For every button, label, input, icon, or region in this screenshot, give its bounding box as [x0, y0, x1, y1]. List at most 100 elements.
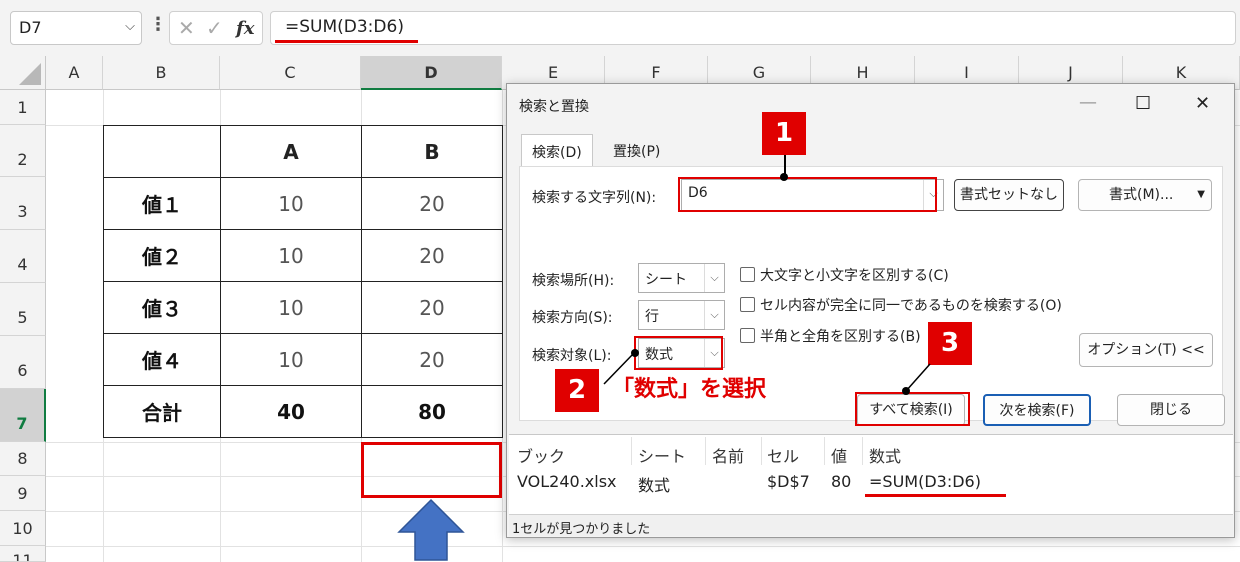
select-all-corner[interactable]: [0, 56, 46, 90]
status-bar: 1セルが見つかりました: [509, 514, 1233, 537]
caret-down-icon[interactable]: ▼: [1197, 180, 1205, 210]
results-header-value[interactable]: 値: [831, 443, 847, 467]
close-button[interactable]: 閉じる: [1117, 394, 1225, 426]
more-vertical-icon[interactable]: ⋮: [149, 14, 167, 35]
total-value-cell-selected[interactable]: 80: [361, 385, 503, 438]
row-header-10[interactable]: 10: [0, 511, 46, 546]
match-entire-cell-checkbox[interactable]: セル内容が完全に同一であるものを検索する(O): [740, 295, 1062, 315]
name-box-value: D7: [19, 18, 42, 37]
row-header-4[interactable]: 4: [0, 230, 46, 283]
cancel-icon[interactable]: ✕: [178, 16, 195, 40]
minimize-icon: —: [1079, 92, 1097, 113]
match-byte-label: 半角と全角を区別する(B): [760, 329, 921, 345]
chevron-down-icon[interactable]: ⌵: [704, 264, 724, 292]
header-separator: [824, 437, 825, 465]
search-direction-label: 検索方向(S):: [532, 310, 613, 326]
column-header-b[interactable]: B: [103, 56, 220, 90]
value-cell[interactable]: 20: [361, 177, 503, 230]
checkbox-box[interactable]: [740, 328, 755, 343]
callout-dot: [780, 173, 788, 181]
value-cell[interactable]: 10: [220, 229, 362, 282]
value-cell[interactable]: 20: [361, 333, 503, 386]
options-button[interactable]: オプション(T) <<: [1079, 333, 1213, 367]
header-separator: [631, 437, 632, 465]
column-header-a[interactable]: A: [46, 56, 103, 90]
row-header-2[interactable]: 2: [0, 125, 46, 177]
search-direction-select[interactable]: 行 ⌵: [638, 300, 725, 330]
result-value[interactable]: 80: [831, 472, 851, 491]
row-header-7[interactable]: 7: [0, 389, 46, 442]
maximize-icon[interactable]: ☐: [1135, 93, 1151, 114]
results-header-sheet[interactable]: シート: [638, 443, 686, 467]
callout-dot: [902, 387, 910, 395]
match-entire-cell-label: セル内容が完全に同一であるものを検索する(O): [760, 298, 1062, 314]
column-header-c[interactable]: C: [220, 56, 361, 90]
format-button-label: 書式(M)...: [1109, 187, 1174, 203]
value-cell[interactable]: 10: [220, 281, 362, 334]
total-value-cell[interactable]: 40: [220, 385, 362, 438]
grid-line: [46, 546, 1240, 547]
result-formula[interactable]: =SUM(D3:D6): [869, 472, 981, 491]
data-table: A B 値１ 10 20 値２ 10 20 値３ 10 20 値４ 10 20 …: [103, 125, 503, 438]
header-separator: [862, 437, 863, 465]
checkbox-box[interactable]: [740, 297, 755, 312]
confirm-icon[interactable]: ✓: [206, 16, 223, 40]
results-header-book[interactable]: ブック: [517, 443, 565, 467]
result-formula-underline: [865, 494, 1006, 497]
no-format-button[interactable]: 書式セットなし: [954, 179, 1064, 211]
format-button[interactable]: 書式(M)... ▼: [1078, 179, 1212, 211]
header-cell-b[interactable]: B: [361, 125, 503, 178]
step-3-badge: 3: [928, 322, 972, 365]
close-icon[interactable]: ✕: [1195, 93, 1210, 114]
within-label: 検索場所(H):: [532, 273, 615, 289]
within-select[interactable]: シート ⌵: [638, 263, 725, 293]
formula-text: =SUM(D3:D6): [285, 17, 404, 37]
chevron-down-icon[interactable]: ⌵: [125, 19, 135, 34]
tab-replace[interactable]: 置換(P): [603, 134, 670, 166]
results-header-formula[interactable]: 数式: [869, 443, 901, 467]
match-case-label: 大文字と小文字を区別する(C): [760, 268, 949, 284]
result-sheet[interactable]: 数式: [638, 472, 670, 496]
value-cell[interactable]: 10: [220, 333, 362, 386]
row-header-5[interactable]: 5: [0, 283, 46, 336]
row-header-9[interactable]: 9: [0, 476, 46, 511]
row-header-3[interactable]: 3: [0, 177, 46, 230]
checkbox-box[interactable]: [740, 267, 755, 282]
search-input-highlight: [678, 177, 937, 212]
row-label-cell[interactable]: 値３: [103, 281, 221, 334]
insert-function-icon[interactable]: fx: [236, 18, 254, 39]
row-header-8[interactable]: 8: [0, 442, 46, 476]
value-cell[interactable]: 10: [220, 177, 362, 230]
find-replace-dialog: 検索と置換 — ☐ ✕ 検索(D) 置換(P) 検索する文字列(N): D6 ⌵…: [506, 83, 1235, 538]
up-arrow-icon: [397, 498, 465, 561]
formula-buttons: ✕ ✓ fx: [169, 11, 263, 45]
row-header-11[interactable]: 11: [0, 546, 46, 562]
result-cell[interactable]: $D$7: [767, 472, 810, 491]
formula-bar-area: D7 ⌵ ⋮ ✕ ✓ fx =SUM(D3:D6): [0, 0, 1240, 56]
match-case-checkbox[interactable]: 大文字と小文字を区別する(C): [740, 265, 949, 285]
row-label-cell[interactable]: 値２: [103, 229, 221, 282]
row-label-cell[interactable]: 値１: [103, 177, 221, 230]
row-header-1[interactable]: 1: [0, 90, 46, 125]
header-separator: [761, 437, 762, 465]
results-list: ブック シート 名前 セル 値 数式 VOL240.xlsx 数式 $D$7 8…: [509, 434, 1233, 514]
search-label: 検索する文字列(N):: [532, 190, 657, 206]
tab-find[interactable]: 検索(D): [521, 134, 593, 168]
step-2-badge: 2: [555, 369, 599, 412]
name-box[interactable]: D7 ⌵: [10, 11, 142, 45]
find-next-button[interactable]: 次を検索(F): [983, 394, 1091, 426]
results-header-cell[interactable]: セル: [767, 443, 799, 467]
total-label-cell[interactable]: 合計: [103, 385, 221, 438]
row-header-6[interactable]: 6: [0, 336, 46, 389]
result-book[interactable]: VOL240.xlsx: [517, 472, 617, 491]
value-cell[interactable]: 20: [361, 229, 503, 282]
value-cell[interactable]: 20: [361, 281, 503, 334]
results-header-name[interactable]: 名前: [712, 443, 744, 467]
match-byte-checkbox[interactable]: 半角と全角を区別する(B): [740, 326, 921, 346]
chevron-down-icon[interactable]: ⌵: [704, 301, 724, 329]
column-header-d[interactable]: D: [361, 56, 502, 90]
header-cell-a[interactable]: A: [220, 125, 362, 178]
row-label-cell[interactable]: 値４: [103, 333, 221, 386]
header-cell-blank[interactable]: [103, 125, 221, 178]
header-separator: [705, 437, 706, 465]
